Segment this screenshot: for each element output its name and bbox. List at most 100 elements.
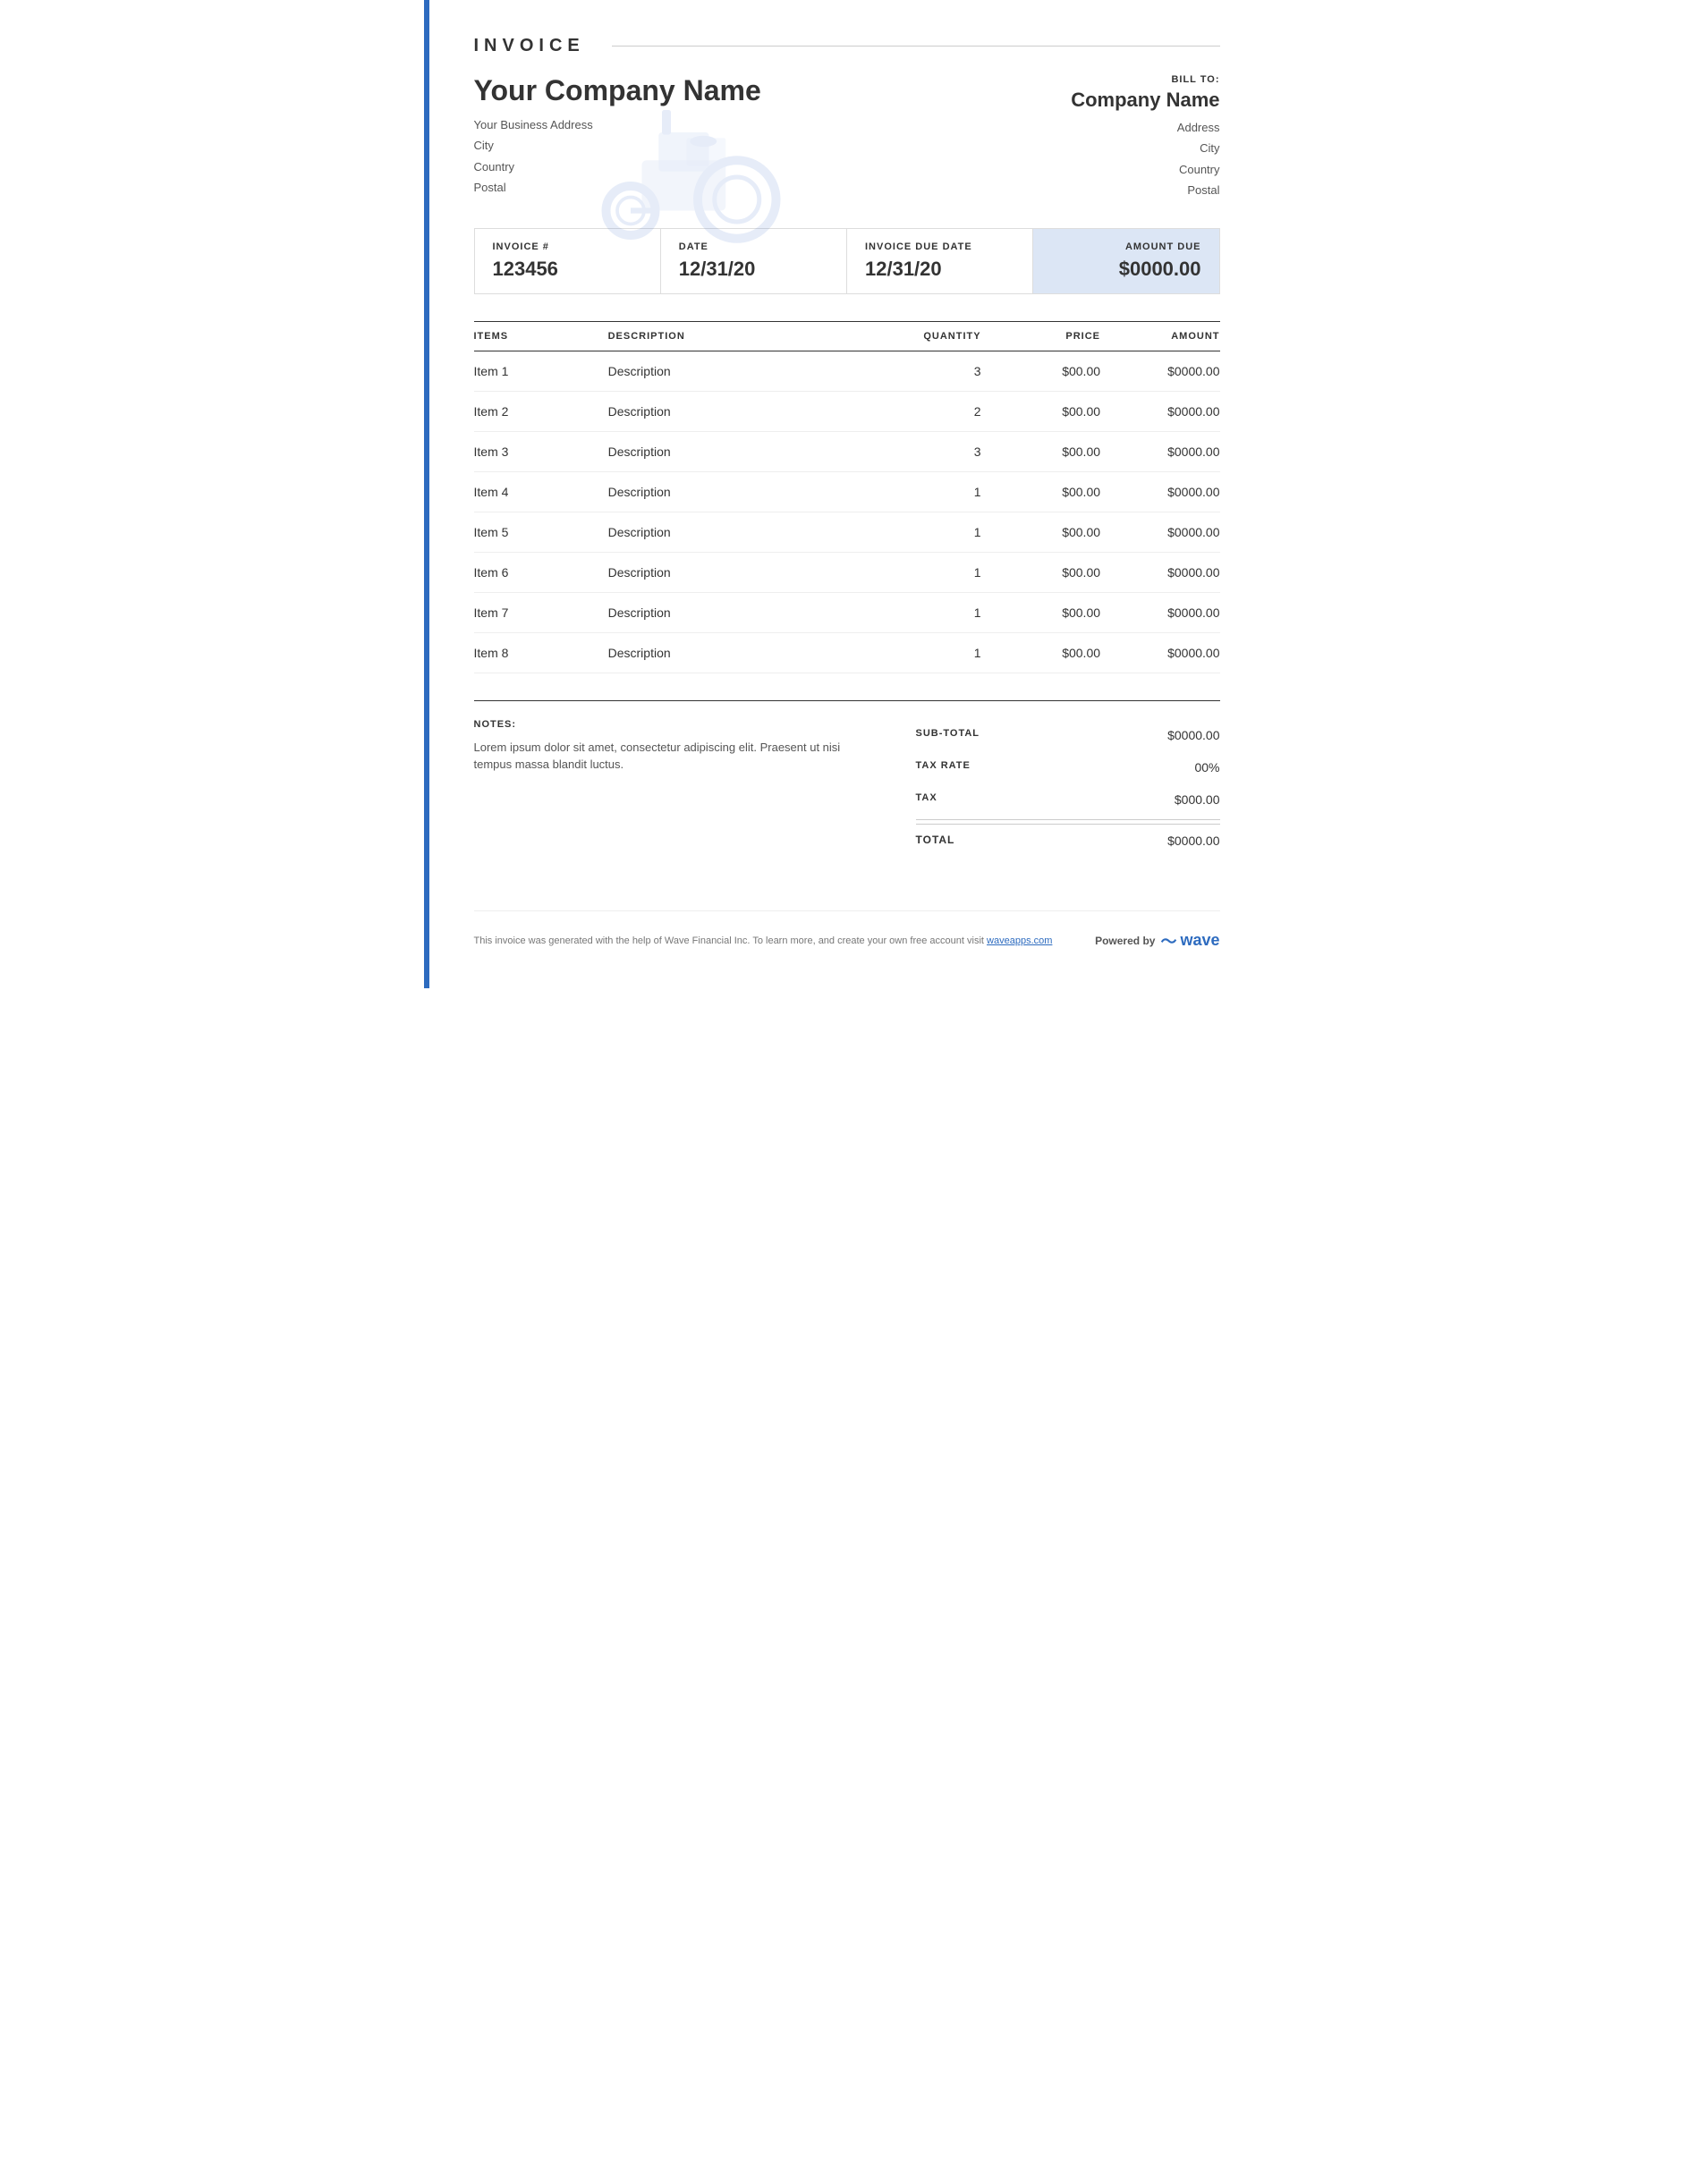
notes-section: NOTES: Lorem ipsum dolor sit amet, conse… <box>474 719 916 774</box>
item-price-6: $00.00 <box>981 592 1100 632</box>
item-price-7: $00.00 <box>981 632 1100 673</box>
table-row: Item 7 Description 1 $00.00 $0000.00 <box>474 592 1220 632</box>
bill-to-address: Address <box>1023 117 1220 138</box>
item-amount-3: $0000.00 <box>1100 471 1219 512</box>
col-header-amount: AMOUNT <box>1100 321 1219 351</box>
item-qty-7: 1 <box>892 632 981 673</box>
date-value: 12/31/20 <box>679 258 828 281</box>
powered-by-text: Powered by <box>1095 935 1155 947</box>
invoice-title: INVOICE <box>474 36 585 56</box>
item-price-0: $00.00 <box>981 351 1100 391</box>
subtotal-value: $0000.00 <box>1167 728 1219 742</box>
item-price-4: $00.00 <box>981 512 1100 552</box>
item-name-0: Item 1 <box>474 351 608 391</box>
wave-logo: 〜 wave <box>1160 929 1219 952</box>
col-header-price: PRICE <box>981 321 1100 351</box>
total-label: TOTAL <box>916 834 955 848</box>
footer-text: This invoice was generated with the help… <box>474 935 1053 946</box>
powered-by: Powered by 〜 wave <box>1095 929 1219 952</box>
item-name-3: Item 4 <box>474 471 608 512</box>
watermark-icon <box>564 65 787 244</box>
bill-to-section: BILL TO: Company Name Address City Count… <box>1023 74 1220 201</box>
item-name-5: Item 6 <box>474 552 608 592</box>
due-date-value: 12/31/20 <box>865 258 1014 281</box>
col-header-quantity: QUANTITY <box>892 321 981 351</box>
item-desc-2: Description <box>608 431 892 471</box>
item-amount-6: $0000.00 <box>1100 592 1219 632</box>
item-amount-1: $0000.00 <box>1100 391 1219 431</box>
col-header-description: DESCRIPTION <box>608 321 892 351</box>
item-amount-7: $0000.00 <box>1100 632 1219 673</box>
left-accent-bar <box>424 0 429 988</box>
item-qty-0: 3 <box>892 351 981 391</box>
item-desc-4: Description <box>608 512 892 552</box>
item-desc-5: Description <box>608 552 892 592</box>
invoice-page: INVOICE <box>424 0 1265 988</box>
item-desc-6: Description <box>608 592 892 632</box>
bill-to-details: Address City Country Postal <box>1023 117 1220 201</box>
tax-rate-row: TAX RATE 00% <box>916 751 1220 783</box>
bill-to-label: BILL TO: <box>1023 74 1220 85</box>
items-table: ITEMS DESCRIPTION QUANTITY PRICE AMOUNT … <box>474 321 1220 673</box>
bill-to-postal: Postal <box>1023 180 1220 200</box>
item-qty-6: 1 <box>892 592 981 632</box>
col-header-items: ITEMS <box>474 321 608 351</box>
footer-link[interactable]: waveapps.com <box>987 935 1052 946</box>
bill-to-company: Company Name <box>1023 89 1220 112</box>
invoice-title-row: INVOICE <box>474 36 1220 56</box>
item-desc-0: Description <box>608 351 892 391</box>
table-row: Item 6 Description 1 $00.00 $0000.00 <box>474 552 1220 592</box>
item-price-2: $00.00 <box>981 431 1100 471</box>
bill-to-city: City <box>1023 138 1220 158</box>
item-price-3: $00.00 <box>981 471 1100 512</box>
amount-due-label: AMOUNT DUE <box>1051 241 1200 252</box>
tax-label: TAX <box>916 792 937 807</box>
item-amount-0: $0000.00 <box>1100 351 1219 391</box>
meta-amount-due: AMOUNT DUE $0000.00 <box>1033 229 1218 293</box>
table-row: Item 2 Description 2 $00.00 $0000.00 <box>474 391 1220 431</box>
totals-section: SUB-TOTAL $0000.00 TAX RATE 00% TAX $000… <box>916 719 1220 857</box>
notes-text: Lorem ipsum dolor sit amet, consectetur … <box>474 739 862 774</box>
tax-rate-value: 00% <box>1194 760 1219 775</box>
item-price-5: $00.00 <box>981 552 1100 592</box>
tax-value: $000.00 <box>1175 792 1220 807</box>
total-row: TOTAL $0000.00 <box>916 824 1220 857</box>
table-row: Item 5 Description 1 $00.00 $0000.00 <box>474 512 1220 552</box>
table-row: Item 4 Description 1 $00.00 $0000.00 <box>474 471 1220 512</box>
notes-label: NOTES: <box>474 719 862 730</box>
title-divider <box>612 46 1220 47</box>
amount-due-value: $0000.00 <box>1051 258 1200 281</box>
item-name-2: Item 3 <box>474 431 608 471</box>
item-qty-2: 3 <box>892 431 981 471</box>
header-section: Your Company Name Your Business Address … <box>474 74 1220 201</box>
page-footer: This invoice was generated with the help… <box>474 910 1220 952</box>
item-desc-7: Description <box>608 632 892 673</box>
item-name-4: Item 5 <box>474 512 608 552</box>
item-amount-4: $0000.00 <box>1100 512 1219 552</box>
item-name-1: Item 2 <box>474 391 608 431</box>
item-amount-5: $0000.00 <box>1100 552 1219 592</box>
item-desc-3: Description <box>608 471 892 512</box>
company-logo-area: Your Company Name Your Business Address … <box>474 74 761 199</box>
bill-to-country: Country <box>1023 159 1220 180</box>
tax-row: TAX $000.00 <box>916 783 1220 816</box>
tax-rate-label: TAX RATE <box>916 760 971 775</box>
meta-due-date: INVOICE DUE DATE 12/31/20 <box>847 229 1033 293</box>
wave-logo-text: wave <box>1180 931 1219 950</box>
footer-section: NOTES: Lorem ipsum dolor sit amet, conse… <box>474 700 1220 857</box>
item-price-1: $00.00 <box>981 391 1100 431</box>
table-row: Item 3 Description 3 $00.00 $0000.00 <box>474 431 1220 471</box>
item-name-6: Item 7 <box>474 592 608 632</box>
subtotal-label: SUB-TOTAL <box>916 728 980 742</box>
table-row: Item 8 Description 1 $00.00 $0000.00 <box>474 632 1220 673</box>
table-row: Item 1 Description 3 $00.00 $0000.00 <box>474 351 1220 391</box>
item-amount-2: $0000.00 <box>1100 431 1219 471</box>
item-qty-3: 1 <box>892 471 981 512</box>
item-qty-5: 1 <box>892 552 981 592</box>
invoice-number-value: 123456 <box>493 258 642 281</box>
wave-logo-icon: 〜 <box>1160 929 1176 952</box>
item-qty-1: 2 <box>892 391 981 431</box>
item-qty-4: 1 <box>892 512 981 552</box>
item-desc-1: Description <box>608 391 892 431</box>
footer-text-content: This invoice was generated with the help… <box>474 935 984 946</box>
